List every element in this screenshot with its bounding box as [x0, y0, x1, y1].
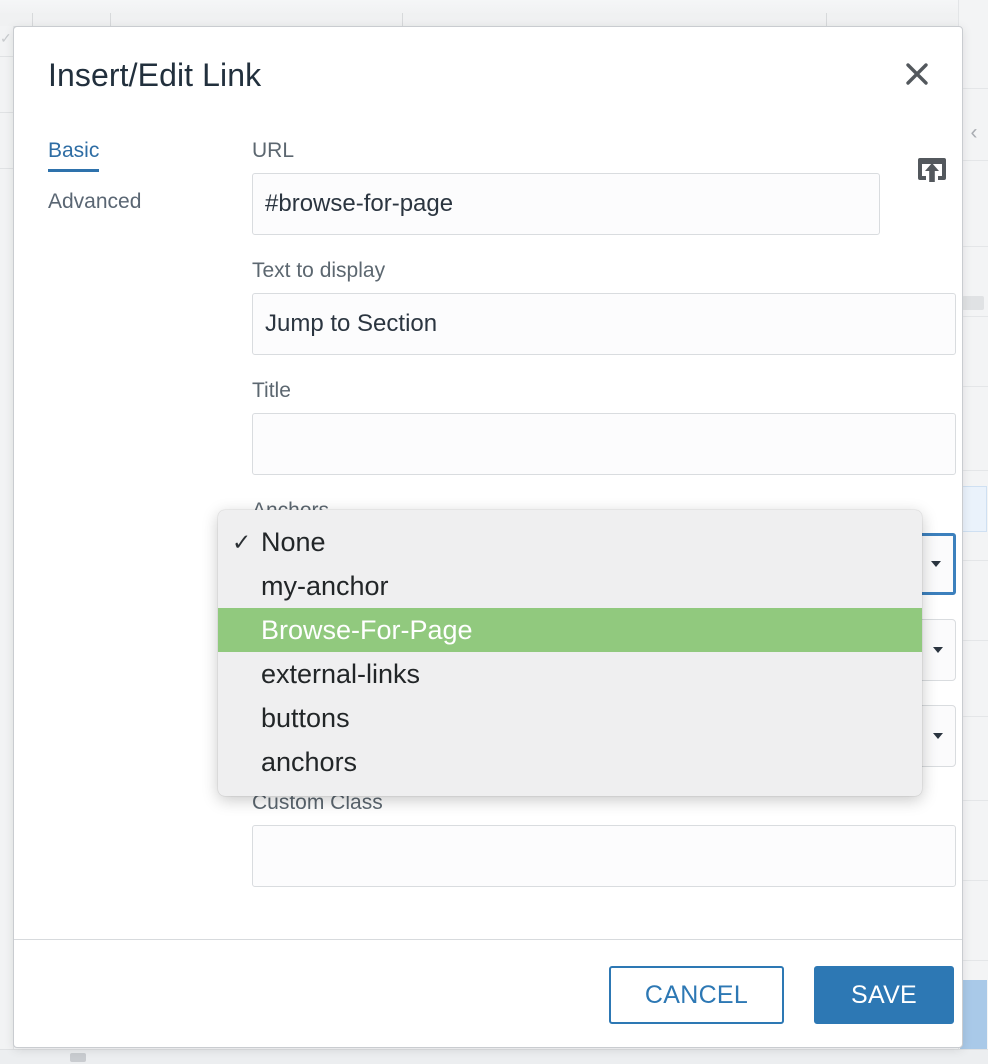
dialog-footer: CANCEL SAVE — [14, 939, 962, 1047]
dropdown-option-label: anchors — [261, 747, 357, 777]
background-column-separator — [402, 13, 403, 26]
url-field-row: URL — [252, 139, 956, 235]
anchors-dropdown-menu[interactable]: ✓ None my-anchor Browse-For-Page external-li… — [218, 510, 922, 796]
title-label: Title — [252, 379, 956, 403]
dropdown-option-label: buttons — [261, 703, 350, 733]
background-column-separator — [32, 13, 33, 26]
browse-for-page-button[interactable] — [908, 139, 956, 201]
background-scroll-thumb-horizontal[interactable] — [70, 1053, 86, 1062]
dropdown-option-label: external-links — [261, 659, 420, 689]
save-button[interactable]: SAVE — [814, 966, 954, 1024]
dropdown-option[interactable]: ✓ None — [218, 520, 922, 564]
background-row-divider — [0, 168, 13, 169]
background-column-header-row — [0, 13, 988, 27]
background-column-separator — [826, 13, 827, 26]
background-toolbar — [0, 0, 988, 14]
background-check-icon: ✓ — [0, 28, 13, 48]
dropdown-option-label: my-anchor — [261, 571, 389, 601]
title-input[interactable] — [252, 413, 956, 475]
dialog-title: Insert/Edit Link — [48, 57, 261, 94]
dropdown-option[interactable]: Browse-For-Page — [218, 608, 922, 652]
dropdown-option[interactable]: anchors — [218, 740, 922, 784]
background-row-divider — [0, 112, 13, 113]
tab-basic[interactable]: Basic — [48, 139, 99, 172]
title-field-row: Title — [252, 379, 956, 475]
chevron-down-icon — [931, 561, 941, 567]
browse-upload-icon — [915, 152, 949, 189]
chevron-down-icon — [933, 733, 943, 739]
background-column-separator — [110, 13, 111, 26]
dialog-header: Insert/Edit Link — [14, 27, 962, 113]
chevron-down-icon — [933, 647, 943, 653]
dropdown-option-label: Browse-For-Page — [261, 615, 473, 645]
dropdown-option[interactable]: my-anchor — [218, 564, 922, 608]
background-horizontal-scrollbar[interactable] — [0, 1049, 988, 1064]
tab-advanced[interactable]: Advanced — [48, 190, 141, 220]
close-icon — [902, 59, 932, 89]
cancel-button[interactable]: CANCEL — [609, 966, 784, 1024]
chevron-left-icon[interactable]: ‹ — [966, 122, 982, 144]
text-to-display-input[interactable] — [252, 293, 956, 355]
dropdown-option[interactable]: buttons — [218, 696, 922, 740]
background-row-divider — [0, 56, 13, 57]
close-button[interactable] — [898, 55, 936, 93]
custom-class-input[interactable] — [252, 825, 956, 887]
dialog-tabs: Basic Advanced — [48, 139, 218, 238]
text-to-display-label: Text to display — [252, 259, 956, 283]
background-selected-cell — [960, 980, 987, 1050]
custom-class-field-row: Custom Class — [252, 791, 956, 887]
background-highlighted-cell — [960, 486, 987, 532]
check-icon: ✓ — [232, 520, 252, 564]
url-input[interactable] — [252, 173, 880, 235]
text-to-display-field-row: Text to display — [252, 259, 956, 355]
background-left-gutter — [0, 26, 14, 1064]
background-scroll-thumb[interactable] — [962, 296, 984, 310]
dropdown-option[interactable]: external-links — [218, 652, 922, 696]
dropdown-option-label: None — [261, 527, 326, 557]
url-label: URL — [252, 139, 956, 163]
